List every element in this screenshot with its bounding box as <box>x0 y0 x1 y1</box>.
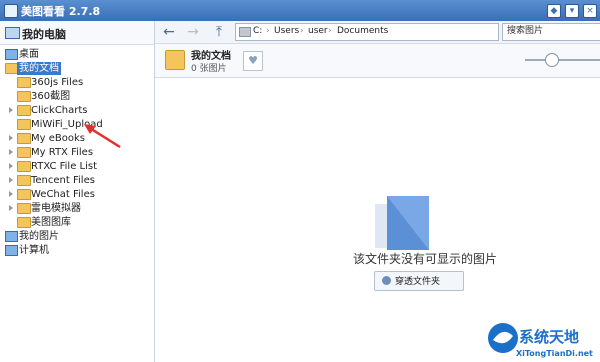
folder-icon <box>17 217 31 228</box>
expand-arrow-icon[interactable] <box>9 163 13 169</box>
tree-item-label: 桌面 <box>19 49 39 60</box>
tree-item-my-pictures[interactable]: 我的图片 <box>0 230 154 243</box>
chevron-right-icon: › <box>300 26 304 36</box>
folder-icon <box>17 105 31 116</box>
tree-item-wechat-files[interactable]: WeChat Files <box>0 188 154 201</box>
tree-item-label: MiWiFi_Upload <box>31 119 103 130</box>
folder-icon <box>17 203 31 214</box>
tree-item-clickcharts[interactable]: ClickCharts <box>0 104 154 117</box>
folder-icon <box>17 189 31 200</box>
tree-item-label: My RTX Files <box>31 147 94 158</box>
tree-item-computer[interactable]: 计算机 <box>0 244 154 257</box>
zoom-slider[interactable] <box>525 59 600 61</box>
watermark-logo: 系统天地 XiTongTianDi.net <box>488 323 593 358</box>
drive-icon <box>239 27 251 37</box>
breadcrumb-documents[interactable]: Documents <box>337 25 388 38</box>
tree-item-miwifi-upload[interactable]: MiWiFi_Upload <box>0 118 154 131</box>
tree-item-tencent-files[interactable]: Tencent Files <box>0 174 154 187</box>
favorite-heart-icon[interactable]: ♥ <box>243 51 263 71</box>
chevron-right-icon: › <box>328 26 332 36</box>
desktop-icon <box>5 49 18 60</box>
settings-icon[interactable]: ◆ <box>547 4 561 18</box>
tree-item-my-documents[interactable]: 我的文档 <box>0 62 154 75</box>
title-bar: 美图看看 2.7.8 ◆ ▾ × <box>0 0 600 21</box>
app-icon <box>4 4 18 18</box>
chevron-right-icon: › <box>266 26 270 36</box>
expand-arrow-icon[interactable] <box>9 205 13 211</box>
empty-message: 该文件夹没有可显示的图片 <box>352 252 497 266</box>
tree-item-label: 360截图 <box>31 91 71 102</box>
breadcrumb-drive[interactable]: C: <box>253 25 262 38</box>
tree-item-label: 计算机 <box>19 245 49 256</box>
search-input[interactable]: 搜索图片 <box>502 23 600 41</box>
tree-item-360-screenshots[interactable]: 360截图 <box>0 90 154 103</box>
expand-arrow-icon[interactable] <box>9 135 13 141</box>
expand-arrow-icon[interactable] <box>9 191 13 197</box>
expand-arrow-icon[interactable] <box>9 149 13 155</box>
folder-icon <box>17 91 31 102</box>
watermark-title: 系统天地 <box>519 328 579 346</box>
tree-item-label: ClickCharts <box>31 105 88 116</box>
folder-icon <box>17 133 31 144</box>
tree-item-label: 美图图库 <box>31 217 71 228</box>
image-count: 0 张图片 <box>191 64 227 74</box>
browse-subfolders-label: 穿透文件夹 <box>395 277 441 287</box>
tree-item-label: 我的文档 <box>17 62 61 75</box>
up-folder-icon[interactable]: ⤒ <box>211 24 227 40</box>
pictures-icon <box>5 231 18 242</box>
toolbar: ← → ⤒ C: › Users › user › Documents 搜索图片 <box>155 21 600 44</box>
browse-subfolders-button[interactable]: 穿透文件夹 <box>374 271 464 291</box>
tree-item-label: RTXC File List <box>31 161 98 172</box>
computer-icon <box>5 27 20 39</box>
tree-item-desktop[interactable]: 桌面 <box>0 48 154 61</box>
tree-item-my-rtx-files[interactable]: My RTX Files <box>0 146 154 159</box>
window-title: 美图看看 2.7.8 <box>21 5 101 18</box>
close-button[interactable]: × <box>583 4 597 18</box>
zoom-slider-handle[interactable] <box>545 53 559 67</box>
tree-item-label: 我的图片 <box>19 231 59 242</box>
folder-info-bar: 我的文档 0 张图片 ♥ <box>155 44 600 78</box>
sidebar-header-label: 我的电脑 <box>22 28 66 41</box>
forward-arrow-icon[interactable]: → <box>185 24 201 40</box>
watermark-url: XiTongTianDi.net <box>516 349 593 358</box>
empty-folder-image-icon <box>375 196 429 250</box>
expand-arrow-icon[interactable] <box>9 107 13 113</box>
tree-item-meitu-library[interactable]: 美图图库 <box>0 216 154 229</box>
breadcrumb-users[interactable]: Users <box>274 25 299 38</box>
breadcrumb-user[interactable]: user <box>308 25 328 38</box>
tree-item-leidian-emulator[interactable]: 雷电模拟器 <box>0 202 154 215</box>
eye-icon <box>382 276 391 285</box>
tree-item-my-ebooks[interactable]: My eBooks <box>0 132 154 145</box>
folder-icon <box>17 147 31 158</box>
tree-item-label: 360js Files <box>31 77 84 88</box>
sidebar-header: 我的电脑 <box>0 21 154 45</box>
tree-item-360js-files[interactable]: 360js Files <box>0 76 154 89</box>
folder-icon <box>17 161 31 172</box>
folder-icon <box>17 175 31 186</box>
back-arrow-icon[interactable]: ← <box>161 24 177 40</box>
search-placeholder: 搜索图片 <box>507 26 544 36</box>
folder-name: 我的文档 <box>191 51 231 62</box>
tree-item-label: My eBooks <box>31 133 85 144</box>
tree-item-label: WeChat Files <box>31 189 95 200</box>
expand-arrow-icon[interactable] <box>9 177 13 183</box>
folder-icon <box>17 119 31 130</box>
tree-item-label: 雷电模拟器 <box>31 203 81 214</box>
computer-icon <box>5 245 18 256</box>
tree-item-label: Tencent Files <box>31 175 95 186</box>
path-bar[interactable]: C: › Users › user › Documents <box>235 23 499 41</box>
tree-item-rtxc-file-list[interactable]: RTXC File List <box>0 160 154 173</box>
folder-icon <box>165 50 185 70</box>
minimize-button[interactable]: ▾ <box>565 4 579 18</box>
folder-icon <box>17 77 31 88</box>
sidebar: 我的电脑 桌面 我的文档 360js Files 360截图 ClickChar… <box>0 21 155 362</box>
